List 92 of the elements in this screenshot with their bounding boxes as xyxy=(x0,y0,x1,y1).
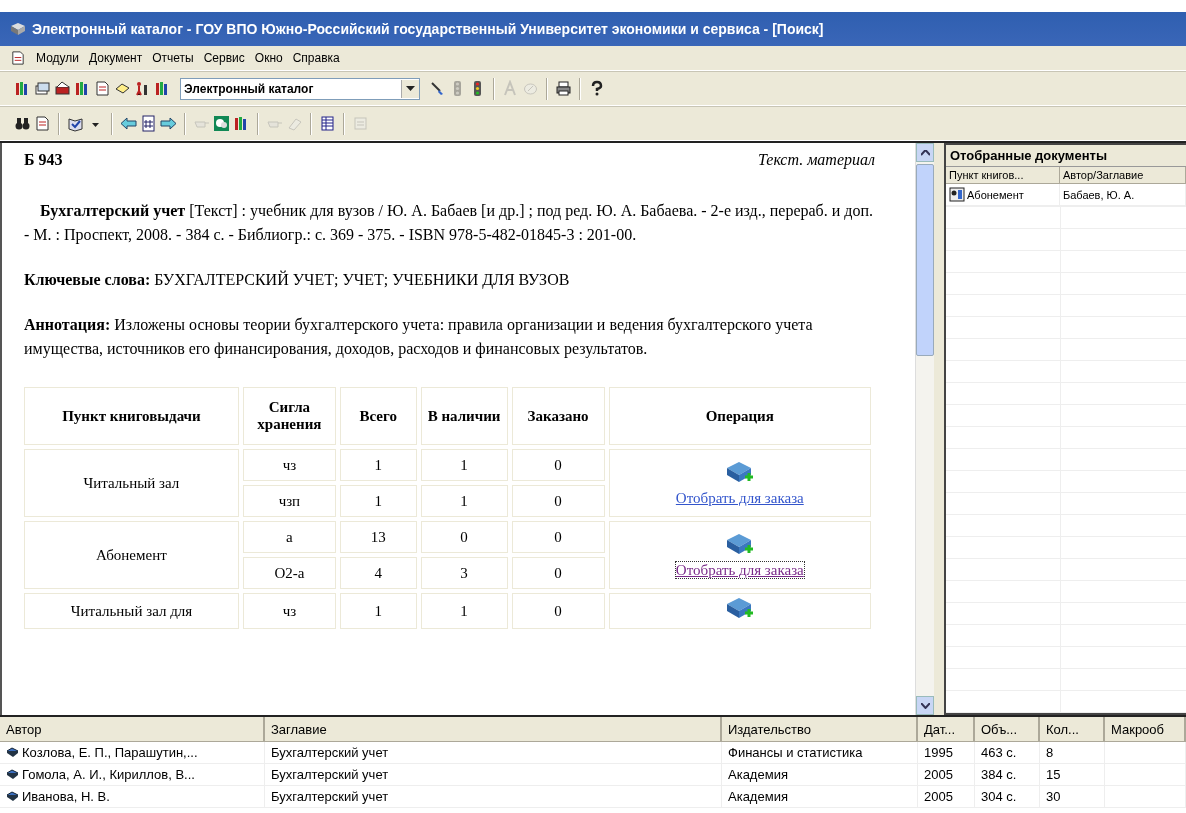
table-cell: Козлова, Е. П., Парашутин,... xyxy=(22,745,198,760)
column-header: Всего xyxy=(339,387,417,445)
table-cell: 0 xyxy=(511,521,605,553)
document-icon[interactable] xyxy=(10,50,26,66)
table-cell: Бабаев, Ю. А. xyxy=(1063,188,1135,201)
document-type: Текст. материал xyxy=(758,151,875,169)
table-cell: Абонемент xyxy=(24,521,239,589)
document-icon[interactable] xyxy=(94,80,111,97)
table-cell: 1 xyxy=(420,485,508,517)
column-header[interactable]: Макрооб xyxy=(1105,717,1186,742)
column-header: В наличии xyxy=(420,387,508,445)
menu-item[interactable]: Сервис xyxy=(203,51,245,65)
column-header[interactable]: Заглавие xyxy=(265,717,722,742)
column-header[interactable]: Кол... xyxy=(1040,717,1105,742)
table-cell: Академия xyxy=(728,767,788,782)
printer-icon[interactable] xyxy=(555,80,572,97)
table-cell: 15 xyxy=(1046,767,1061,782)
column-header[interactable]: Автор/Заглавие xyxy=(1060,167,1186,184)
column-header[interactable]: Издательство xyxy=(722,717,918,742)
table-cell: чз xyxy=(242,449,336,481)
menu-item[interactable]: Справка xyxy=(292,51,340,65)
table-cell: Финансы и статистика xyxy=(728,745,863,760)
menu-item[interactable]: Документ xyxy=(89,51,143,65)
column-header: Сигла хранения xyxy=(242,387,336,445)
scroll-up-button[interactable] xyxy=(916,143,934,162)
table-cell: чзп xyxy=(242,485,336,517)
table-cell: 0 xyxy=(420,521,508,553)
table-cell: 3 xyxy=(420,557,508,589)
table-cell: 0 xyxy=(511,593,605,629)
table-cell: О2-а xyxy=(242,557,336,589)
menu-item[interactable]: Окно xyxy=(254,51,283,65)
column-header[interactable]: Дат... xyxy=(918,717,975,742)
cards-icon[interactable] xyxy=(34,80,51,97)
table-cell: 0 xyxy=(511,449,605,481)
table-cell: Читальный зал xyxy=(24,449,239,517)
bibliographic-description: Бухгалтерский учет [Текст] : учебник для вузов / Ю. А. Бабаев [и др.] ; под ред. Ю. А. Бабаева. - 2-е изд., перераб. и доп. - М. : Проспект, 2008. - 384 с. - Библиогр.: с. 369 - 375. - ISBN 978-5-482-01845-3 : 201-00. xyxy=(24,201,875,246)
table-cell: 30 xyxy=(1046,789,1061,804)
table-cell: а xyxy=(242,521,336,553)
table-cell: Абонемент xyxy=(967,188,1024,201)
window-title-text: Электронный каталог - ГОУ ВПО Южно-Российский государственный Университет экономики и сервиса - [Поиск] xyxy=(32,21,824,37)
caret-down-icon xyxy=(920,702,930,709)
column-header: Заказано xyxy=(511,387,605,445)
table-cell: 384 с. xyxy=(981,767,1017,782)
table-cell: Академия xyxy=(728,789,788,804)
scroll-down-button[interactable] xyxy=(916,696,934,715)
column-header: Пункт книговыдачи xyxy=(24,387,239,445)
caret-up-icon xyxy=(920,149,930,156)
table-cell: 1 xyxy=(339,593,417,629)
table-cell: Бухгалтерский учет xyxy=(271,767,389,782)
order-link[interactable]: Отобрать для заказа xyxy=(675,489,804,506)
table-cell: 0 xyxy=(511,485,605,517)
table-cell: 1995 xyxy=(924,745,953,760)
table-cell: Читальный зал для xyxy=(24,593,239,629)
annotation: Аннотация: Изложены основы теории бухгалтерского учета: правила организации и ведения бухгалтерского учета имущества, источников его финансирования, доходов, расходов и финансовых результатов. xyxy=(24,315,814,360)
table-cell: Бухгалтерский учет xyxy=(271,789,389,804)
order-link[interactable]: Отобрать для заказа xyxy=(675,561,804,578)
shelf-index: Б 943 xyxy=(24,151,63,169)
table-cell: 1 xyxy=(420,449,508,481)
document-icon[interactable] xyxy=(34,115,51,132)
table-cell: 1 xyxy=(339,449,417,481)
binoculars-icon[interactable] xyxy=(14,115,31,132)
column-header[interactable]: Автор xyxy=(0,717,265,742)
table-cell: 1 xyxy=(339,485,417,517)
table-cell: 304 с. xyxy=(981,789,1017,804)
table-cell: Гомола, А. И., Кириллов, В... xyxy=(22,767,195,782)
menu-item[interactable]: Модули xyxy=(36,51,79,65)
panel-title: Отобранные документы xyxy=(946,145,1186,167)
column-header[interactable]: Пункт книгов... xyxy=(946,167,1060,184)
column-header[interactable]: Объ... xyxy=(975,717,1040,742)
scrollbar-thumb[interactable] xyxy=(916,164,934,356)
table-cell: 8 xyxy=(1046,745,1054,760)
table-cell: 4 xyxy=(339,557,417,589)
table-cell: Бухгалтерский учет xyxy=(271,745,389,760)
table-cell: Иванова, Н. В. xyxy=(22,789,110,804)
caret-icon xyxy=(406,85,415,92)
catalog-dropdown[interactable]: Электронный каталог xyxy=(180,77,420,100)
table-cell: чз xyxy=(242,593,336,629)
column-header: Операция xyxy=(608,387,871,445)
table-cell: 463 с. xyxy=(981,745,1017,760)
arrow-right-icon[interactable] xyxy=(160,115,177,132)
box-icon[interactable] xyxy=(54,80,71,97)
arrow-left-icon[interactable] xyxy=(120,115,137,132)
table-cell: 2005 xyxy=(924,767,953,782)
keywords: Ключевые слова: БУХГАЛТЕРСКИЙ УЧЕТ; УЧЕТ; УЧЕБНИКИ ДЛЯ ВУЗОВ xyxy=(24,269,571,291)
brush-icon[interactable] xyxy=(429,80,446,97)
table-cell: 13 xyxy=(339,521,417,553)
hash-icon[interactable] xyxy=(140,115,157,132)
table-icon[interactable] xyxy=(319,115,336,132)
table-cell: 1 xyxy=(420,593,508,629)
table-cell: 0 xyxy=(511,557,605,589)
menu-item[interactable]: Отчеты xyxy=(152,51,194,65)
table-cell: 2005 xyxy=(924,789,953,804)
